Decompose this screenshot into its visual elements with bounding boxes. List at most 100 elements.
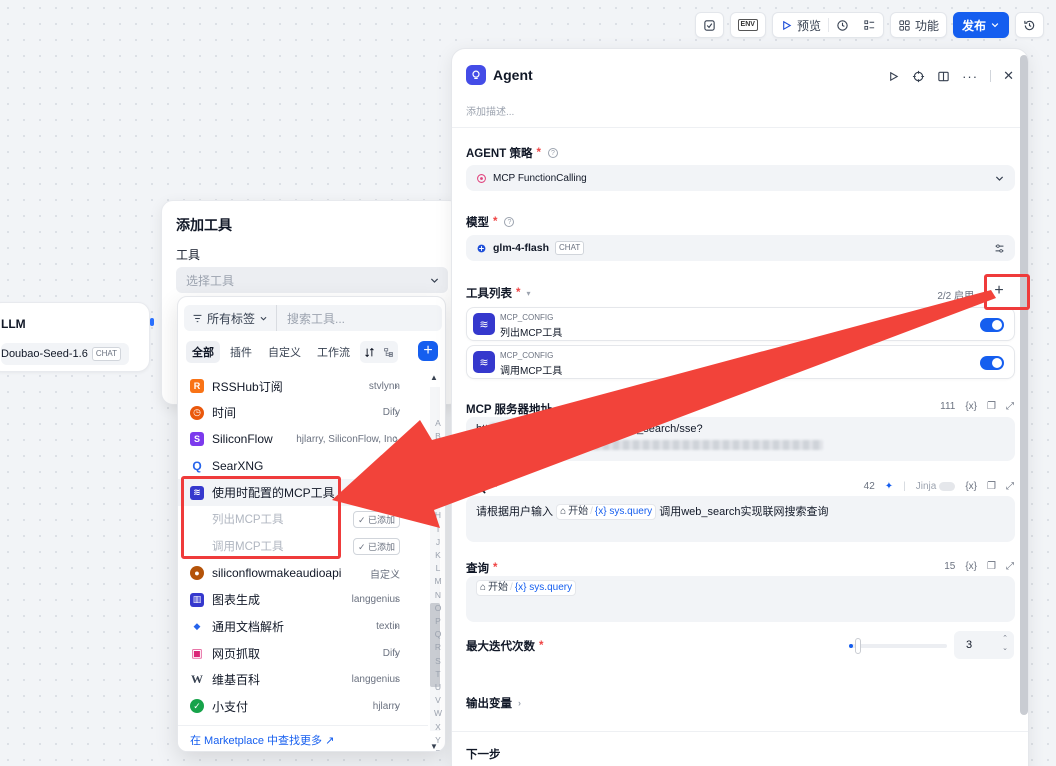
tool-item-rsshub[interactable]: R RSSHub订阅 stvlynn › [178,373,426,400]
tab-custom[interactable]: 自定义 [262,341,307,363]
variable-icon[interactable]: {x} [965,401,977,412]
llm-node-model-name: Doubao-Seed-1.6 [1,348,88,360]
caret-down-icon[interactable]: ▾ [526,289,530,298]
expand-icon[interactable]: ⤢ [1006,561,1014,572]
tool-item-payment[interactable]: ✓ 小支付 hjlarry › [178,693,426,720]
chevron-down-icon [260,316,267,321]
checklist-button[interactable] [694,12,724,38]
alphabet-letter[interactable]: O [433,602,443,615]
features-button[interactable]: 功能 [889,12,947,38]
expand-icon[interactable]: ⤢ [1006,481,1014,492]
scroll-up-icon[interactable]: ▲ [430,373,438,382]
tab-all[interactable]: 全部 [186,341,220,363]
tool-search-input[interactable]: 搜索工具... [277,310,345,327]
alphabet-letter[interactable]: V [433,694,443,707]
version-history-button[interactable] [1015,12,1044,38]
tree-view-icon[interactable] [383,347,394,358]
crosshair-icon[interactable] [912,70,925,83]
jinja-toggle[interactable]: Jinja [916,481,956,492]
tool-item-siliconflowaudio[interactable]: ● siliconflowmakeaudioapi 自定义 › [178,560,426,587]
tool-item-chart[interactable]: ▥ 图表生成 langgenius › [178,587,426,614]
tool-item-wikipedia[interactable]: W 维基百科 langgenius › [178,666,426,693]
instruction-input[interactable]: 请根据用户输入 ⌂ 开始 / {x} sys.query 调用web_search实现… [466,496,1015,542]
home-icon: ⌂ [480,582,487,593]
alphabet-letter[interactable]: W [433,707,443,720]
alphabet-letter[interactable]: M [433,575,443,588]
copy-icon[interactable]: ❐ [987,481,996,492]
alphabet-letter[interactable]: B [433,430,443,443]
add-custom-tool-button[interactable]: + [418,341,438,361]
llm-node[interactable]: LLM Doubao-Seed-1.6 CHAT [0,302,150,372]
tool-item-webscraper[interactable]: ▣ 网页抓取 Dify › [178,640,426,667]
alphabet-letter[interactable]: L [433,562,443,575]
checklist-list-button[interactable] [856,13,883,37]
tool-enabled-toggle[interactable] [980,356,1004,370]
alphabet-letter[interactable]: G [433,496,443,509]
node-connector-handle[interactable] [150,318,154,326]
alphabet-letter[interactable]: D [433,457,443,470]
agent-title[interactable]: Agent [493,67,533,83]
alphabet-letter[interactable]: Q [433,628,443,641]
variable-icon[interactable]: {x} [965,481,977,492]
alphabet-letter[interactable]: F [433,483,443,496]
alphabet-letter[interactable]: I [433,523,443,536]
run-history-button[interactable] [829,13,856,37]
alphabet-letter[interactable]: U [433,681,443,694]
alphabet-letter[interactable]: K [433,549,443,562]
tool-item-time[interactable]: ◷ 时间 Dify › [178,400,426,427]
description-input[interactable]: 添加描述... [466,103,514,118]
slider-handle[interactable] [855,638,861,654]
expand-icon[interactable]: ⤢ [1006,401,1014,412]
alphabet-letter[interactable]: R [433,641,443,654]
alphabet-letter[interactable]: N [433,589,443,602]
alphabet-letter[interactable]: J [433,536,443,549]
max-iterations-input[interactable]: 3 ⌃ ⌄ [954,631,1014,659]
query-input[interactable]: ⌂ 开始 / {x} sys.query [466,576,1015,622]
model-select[interactable]: glm-4-flash CHAT [466,235,1015,261]
tool-select[interactable]: 选择工具 [176,267,448,293]
tool-enabled-toggle[interactable] [980,318,1004,332]
alphabet-letter[interactable]: P [433,615,443,628]
alphabet-letter[interactable]: S [433,655,443,668]
tab-workflow[interactable]: 工作流 [311,341,356,363]
tag-filter[interactable]: 所有标签 [184,305,278,331]
alphabet-letter[interactable]: C [433,443,443,456]
marketplace-link[interactable]: 在 Marketplace 中查找更多 ↗ [178,725,428,751]
preview-button[interactable]: 预览 [773,13,828,37]
alphabet-letter[interactable]: A [433,417,443,430]
alphabet-index[interactable]: ABCDEFGHIJKLMNOPQRSTUVWXYZ# [433,417,443,751]
web-scraper-icon: ▣ [190,646,204,661]
alphabet-letter[interactable]: E [433,470,443,483]
alphabet-letter[interactable]: H [433,509,443,522]
strategy-select[interactable]: MCP FunctionCalling [466,165,1015,191]
help-icon[interactable]: ? [547,148,558,158]
server-url-input[interactable]: htt n/api/mcp/web_search/sse? Au n=b750e1 [466,417,1015,461]
variable-icon[interactable]: {x} [965,561,977,572]
required-mark: * [539,640,544,652]
more-icon[interactable]: ··· [962,69,978,84]
play-icon[interactable] [887,70,900,83]
copy-icon[interactable]: ❐ [987,561,996,572]
close-icon[interactable]: ✕ [1003,68,1014,84]
settings-sliders-icon[interactable] [994,243,1005,254]
copy-icon[interactable]: ❐ [987,401,996,412]
env-button[interactable]: ENV [729,12,766,38]
sparkle-icon[interactable]: ✦ [885,481,893,492]
alphabet-letter[interactable]: Y [433,734,443,747]
output-variables-label[interactable]: 输出变量 › [466,695,521,711]
sort-icon[interactable] [364,347,375,358]
agent-tool-item[interactable]: ≋ MCP_CONFIG 列出MCP工具 [466,307,1015,341]
alphabet-letter[interactable]: T [433,668,443,681]
tool-item-docparse[interactable]: ◆ 通用文档解析 textin › [178,613,426,640]
panel-scrollbar[interactable] [1020,55,1028,715]
book-icon[interactable] [937,70,950,83]
max-iterations-slider[interactable] [849,638,947,654]
alphabet-letter[interactable]: X [433,721,443,734]
stepper-icon[interactable]: ⌃ ⌄ [1002,634,1008,654]
agent-tool-item[interactable]: ≋ MCP_CONFIG 调用MCP工具 [466,345,1015,379]
tool-item-siliconflow[interactable]: S SiliconFlow hjlarry, SiliconFlow, Inc.… [178,426,426,453]
alphabet-letter[interactable]: Z [433,747,443,751]
tab-plugins[interactable]: 插件 [224,341,258,363]
help-icon[interactable]: ? [504,217,515,227]
publish-button[interactable]: 发布 [952,12,1009,38]
